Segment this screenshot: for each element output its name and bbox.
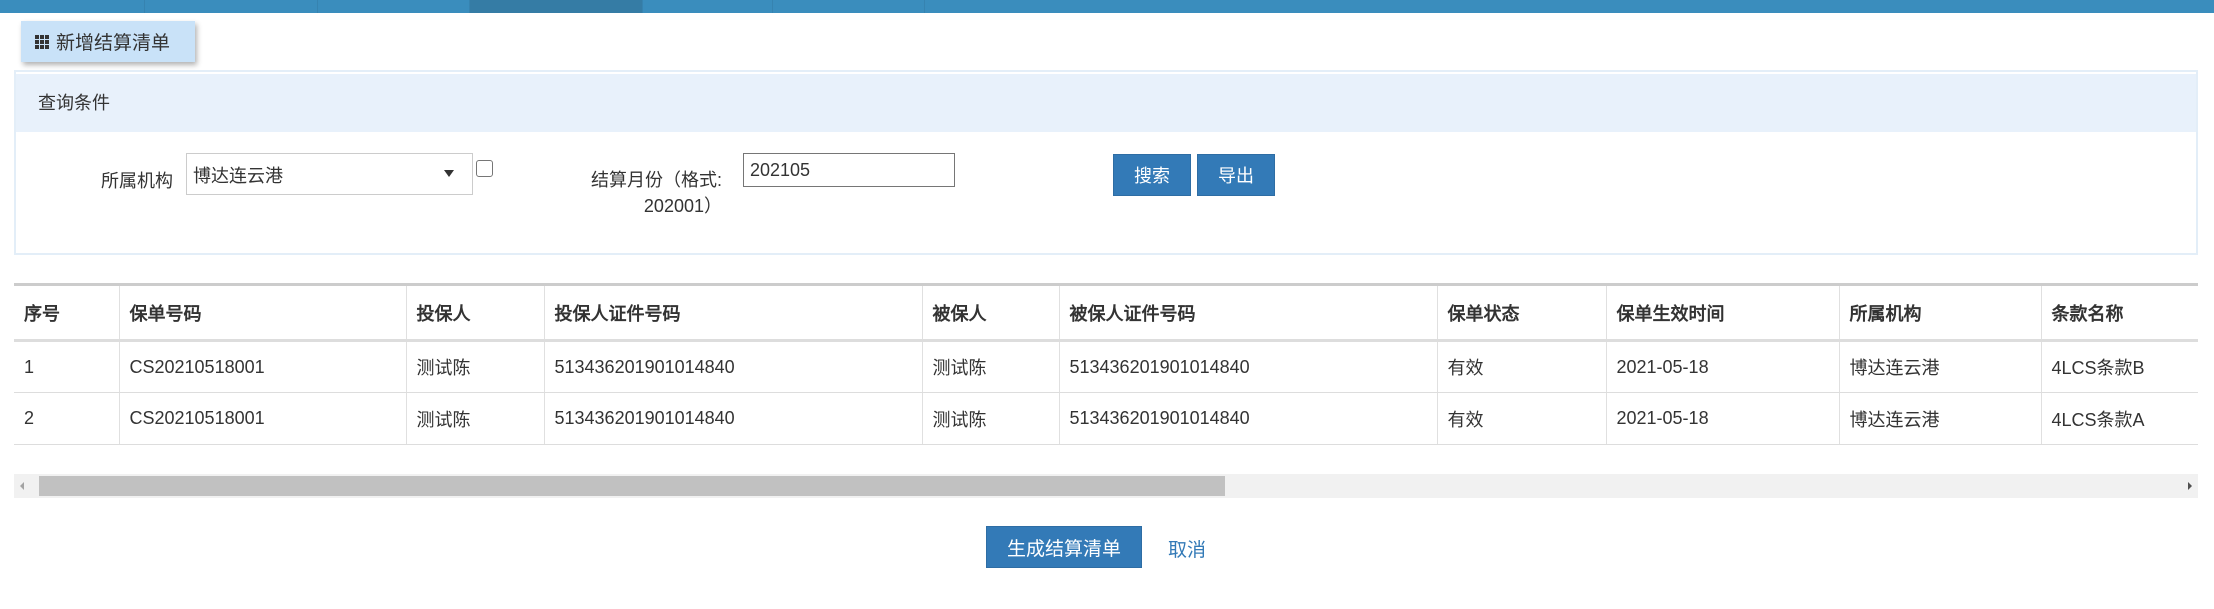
new-settlement-list-button[interactable]: 新增结算清单 bbox=[21, 21, 195, 62]
grid-icon bbox=[35, 34, 49, 49]
org-select[interactable]: 博达连云港 bbox=[186, 153, 473, 195]
export-button[interactable]: 导出 bbox=[1197, 154, 1275, 196]
nav-tab[interactable] bbox=[318, 0, 470, 13]
cell: 博达连云港 bbox=[1838, 392, 2041, 445]
col-header: 保单生效时间 bbox=[1605, 284, 1839, 341]
cell: 1 bbox=[14, 340, 119, 393]
cell: 2 bbox=[14, 392, 119, 445]
policy-table: 序号 保单号码 投保人 投保人证件号码 被保人 被保人证件号码 保单状态 保单生… bbox=[14, 283, 2198, 445]
cell: 2021-05-18 bbox=[1605, 340, 1839, 393]
scroll-right-icon[interactable] bbox=[2188, 482, 2192, 490]
chevron-down-icon bbox=[444, 170, 454, 177]
cell: 2021-05-18 bbox=[1605, 392, 1839, 445]
panel-title: 查询条件 bbox=[16, 74, 2196, 132]
col-header: 被保人证件号码 bbox=[1058, 284, 1437, 341]
search-button[interactable]: 搜索 bbox=[1113, 154, 1191, 196]
cell: 513436201901014840 bbox=[543, 340, 922, 393]
nav-tab[interactable] bbox=[0, 0, 145, 13]
org-select-value: 博达连云港 bbox=[193, 166, 283, 186]
cell: 测试陈 bbox=[405, 392, 544, 445]
col-header: 条款名称 bbox=[2040, 284, 2198, 341]
cell: 4LCS条款A bbox=[2040, 392, 2198, 445]
cell: 513436201901014840 bbox=[1058, 392, 1437, 445]
org-checkbox[interactable] bbox=[476, 160, 493, 177]
cancel-link[interactable]: 取消 bbox=[1168, 535, 1206, 562]
cell: 513436201901014840 bbox=[1058, 340, 1437, 393]
cell: CS20210518001 bbox=[118, 340, 406, 393]
org-label: 所属机构 bbox=[101, 171, 173, 191]
col-header: 保单号码 bbox=[118, 284, 406, 341]
scroll-left-icon[interactable] bbox=[20, 482, 24, 490]
top-nav-bar bbox=[0, 0, 2214, 13]
month-label-line2: 202001） bbox=[643, 196, 722, 216]
cell: 测试陈 bbox=[921, 392, 1059, 445]
col-header: 投保人证件号码 bbox=[543, 284, 922, 341]
col-header: 被保人 bbox=[921, 284, 1059, 341]
col-header: 所属机构 bbox=[1838, 284, 2041, 341]
generate-settlement-button[interactable]: 生成结算清单 bbox=[986, 526, 1142, 568]
col-header: 投保人 bbox=[405, 284, 544, 341]
cell: 4LCS条款B bbox=[2040, 340, 2198, 393]
nav-tab[interactable] bbox=[773, 0, 925, 13]
table-row[interactable]: 1 CS20210518001 测试陈 513436201901014840 测… bbox=[14, 340, 2198, 393]
month-label-line1: 结算月份（格式: bbox=[590, 170, 722, 190]
nav-tab[interactable] bbox=[145, 0, 318, 13]
cell: 有效 bbox=[1436, 392, 1606, 445]
nav-tab[interactable] bbox=[643, 0, 773, 13]
table-row[interactable]: 2 CS20210518001 测试陈 513436201901014840 测… bbox=[14, 392, 2198, 445]
cell: 有效 bbox=[1436, 340, 1606, 393]
cell: 513436201901014840 bbox=[543, 392, 922, 445]
new-settlement-list-label: 新增结算清单 bbox=[56, 33, 171, 54]
scrollbar-thumb[interactable] bbox=[39, 476, 1225, 496]
cell: CS20210518001 bbox=[118, 392, 406, 445]
cell: 测试陈 bbox=[921, 340, 1059, 393]
month-input[interactable] bbox=[743, 153, 955, 187]
nav-tab-active[interactable] bbox=[470, 0, 643, 13]
cell: 博达连云港 bbox=[1838, 340, 2041, 393]
horizontal-scrollbar[interactable] bbox=[14, 474, 2198, 498]
col-header: 序号 bbox=[24, 303, 60, 324]
table-header-row: 序号 保单号码 投保人 投保人证件号码 被保人 被保人证件号码 保单状态 保单生… bbox=[14, 284, 2198, 341]
col-header: 保单状态 bbox=[1436, 284, 1606, 341]
cell: 测试陈 bbox=[405, 340, 544, 393]
